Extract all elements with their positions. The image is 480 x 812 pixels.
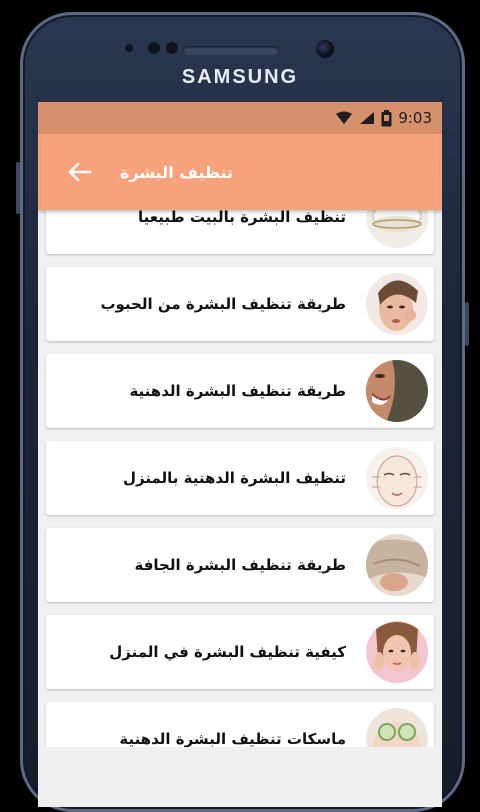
list-item-title: طريقة تنظيف البشرة الجافة: [134, 556, 347, 574]
list-item-title: طريقة تنظيف البشرة من الحبوب: [100, 295, 346, 313]
signal-icon: [359, 111, 375, 125]
status-time: 9:03: [398, 109, 432, 127]
sensor-dot: [148, 42, 160, 54]
app-bar: تنظيف البشرة: [38, 134, 442, 210]
wifi-icon: [335, 111, 353, 125]
smiling-face-icon: [366, 360, 428, 422]
battery-icon: [381, 109, 392, 127]
list-item[interactable]: طريقة تنظيف البشرة الجافة: [46, 528, 434, 602]
brand-logo: SAMSUNG: [181, 66, 299, 88]
acne-face-icon: [366, 273, 428, 335]
face-mask-icon: [366, 447, 428, 509]
page-title: تنظيف البشرة: [120, 162, 233, 182]
cream-jar-icon: [366, 210, 428, 248]
volume-button: [16, 162, 20, 214]
list-item[interactable]: طريقة تنظيف البشرة من الحبوب: [46, 267, 434, 341]
woman-portrait-icon: [366, 621, 428, 683]
list-item-title: تنظيف البشرة الدهنية بالمنزل: [123, 469, 346, 487]
list-item[interactable]: كيفية تنظيف البشرة في المنزل: [46, 615, 434, 689]
arrow-left-icon[interactable]: [50, 134, 110, 210]
sensor-dot: [166, 42, 178, 54]
proximity-sensor: [125, 44, 133, 52]
screen: 9:03 تنظيف البشرة تنظيف البشرة بالبيت طب…: [38, 102, 442, 807]
bottom-area: [38, 747, 442, 807]
list-item-title: كيفية تنظيف البشرة في المنزل: [109, 643, 346, 661]
list-item[interactable]: طريقة تنظيف البشرة الدهنية: [46, 354, 434, 428]
article-list: تنظيف البشرة بالبيت طبيعيا طريقة تنظيف ا…: [38, 210, 442, 807]
towel-face-icon: [366, 534, 428, 596]
status-bar: 9:03: [38, 102, 442, 134]
power-button: [465, 302, 469, 346]
list-item[interactable]: تنظيف البشرة بالبيت طبيعيا: [46, 210, 434, 254]
list-item[interactable]: تنظيف البشرة الدهنية بالمنزل: [46, 441, 434, 515]
front-camera: [316, 40, 334, 58]
list-item-title: طريقة تنظيف البشرة الدهنية: [129, 382, 346, 400]
list-item-title: تنظيف البشرة بالبيت طبيعيا: [138, 210, 346, 226]
earpiece-speaker: [183, 46, 279, 55]
